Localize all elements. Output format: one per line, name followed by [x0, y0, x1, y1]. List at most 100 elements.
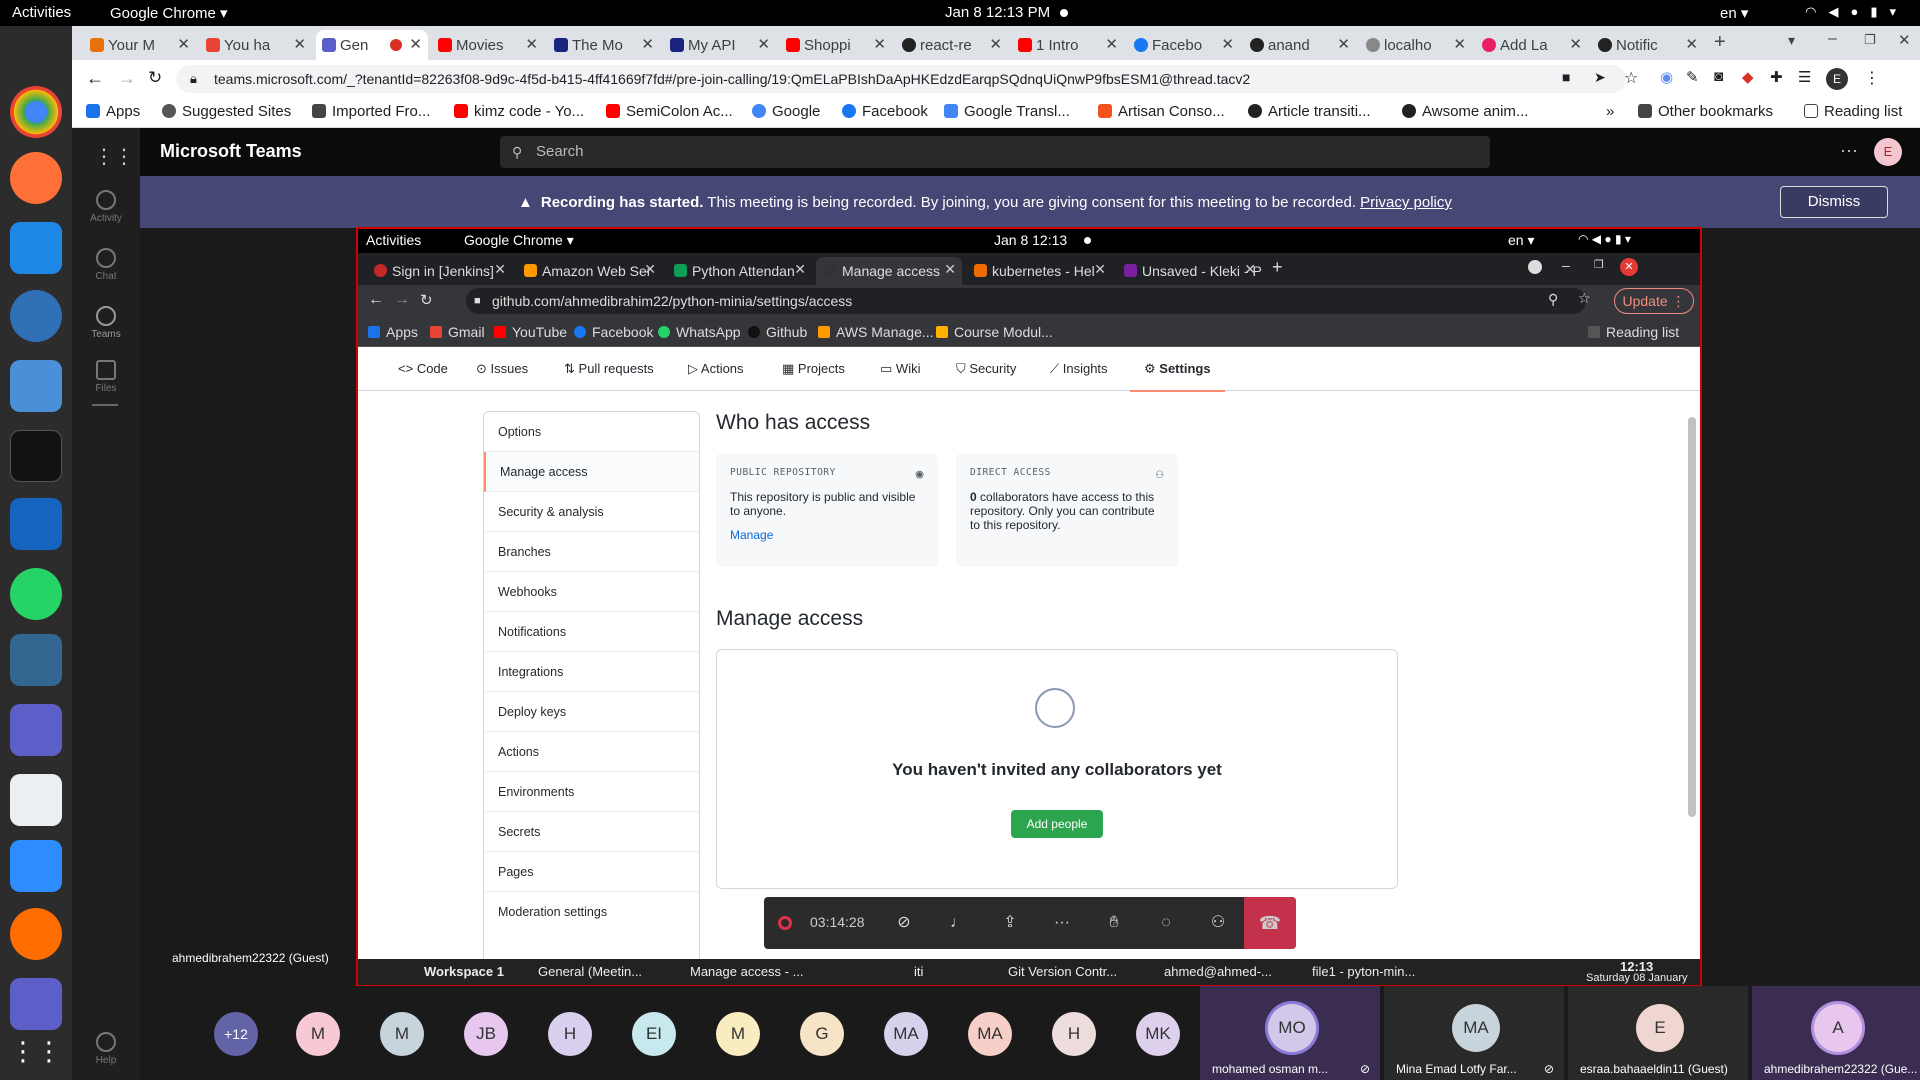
camera-icon[interactable]: ■ [1562, 69, 1570, 85]
star-icon[interactable]: ☆ [1624, 68, 1638, 88]
new-tab-button[interactable]: + [1714, 31, 1726, 54]
show-apps-icon[interactable]: ⋮⋮⋮ [10, 1036, 88, 1066]
raise-hand-button[interactable]: ✋︎ [1100, 909, 1128, 937]
bookmark-item[interactable]: Artisan Conso... [1098, 103, 1225, 120]
address-bar[interactable]: 🔒︎ teams.microsoft.com/_?tenantId=82263f0… [176, 65, 1626, 93]
browser-tab[interactable]: The Mo ✕ [548, 30, 660, 60]
bookmark-item[interactable]: Imported Fro... [312, 103, 430, 120]
participant-avatar[interactable]: G [800, 1012, 844, 1056]
privacy-policy-link[interactable]: Privacy policy [1360, 194, 1452, 211]
bookmark-apps[interactable]: Apps [86, 103, 140, 120]
close-icon[interactable]: ✕ [1105, 35, 1118, 53]
share-screen-button[interactable]: ⇪ [996, 909, 1024, 937]
participant-avatar[interactable]: EI [632, 1012, 676, 1056]
teams-icon[interactable] [10, 704, 62, 756]
other-bookmarks[interactable]: Other bookmarks [1638, 103, 1773, 120]
browser-tab[interactable]: localho ✕ [1360, 30, 1472, 60]
participant-tile[interactable]: MA Mina Emad Lotfy Far... ⊘ [1384, 986, 1564, 1080]
vscode-icon[interactable] [10, 222, 62, 274]
close-icon[interactable]: ✕ [409, 35, 422, 53]
rail-help[interactable]: Help [72, 1032, 140, 1066]
browser-tab[interactable]: react-re ✕ [896, 30, 1008, 60]
mute-button[interactable]: ♩ [944, 909, 972, 937]
participant-tile[interactable]: E esraa.bahaaeldin11 (Guest) [1568, 986, 1748, 1080]
text-editor-icon[interactable] [10, 774, 62, 826]
chat-button[interactable]: ◌ [1152, 909, 1180, 937]
bookmark-item[interactable]: Google [752, 103, 820, 120]
bookmark-item[interactable]: kimz code - Yo... [454, 103, 584, 120]
browser-tab[interactable]: Shoppi ✕ [780, 30, 892, 60]
postgres-icon[interactable] [10, 634, 62, 686]
browser-tab[interactable]: 1 Intro ✕ [1012, 30, 1124, 60]
firefox-icon[interactable] [10, 152, 62, 204]
back-icon[interactable]: ← [86, 68, 104, 89]
reading-list[interactable]: Reading list [1804, 103, 1902, 120]
overflow-participants-button[interactable]: +12 [214, 1012, 258, 1056]
browser-tab[interactable]: You ha ✕ [200, 30, 312, 60]
browser-tab[interactable]: Facebo ✕ [1128, 30, 1240, 60]
extension-icon[interactable]: ◉ [1660, 68, 1673, 86]
participant-tile[interactable]: A ahmedibrahem22322 (Gue... [1752, 986, 1920, 1080]
close-icon[interactable]: ✕ [1337, 35, 1350, 53]
close-icon[interactable]: ✕ [989, 35, 1002, 53]
bookmark-item[interactable]: Suggested Sites [162, 103, 291, 120]
forward-icon[interactable]: → [118, 68, 136, 89]
browser-tab[interactable]: anand ✕ [1244, 30, 1356, 60]
bookmark-item[interactable]: SemiColon Ac... [606, 103, 733, 120]
bookmark-item[interactable]: Article transiti... [1248, 103, 1371, 120]
bookmark-item[interactable]: Google Transl... [944, 103, 1070, 120]
close-icon[interactable]: ✕ [757, 35, 770, 53]
more-actions-button[interactable]: ··· [1048, 909, 1076, 937]
teams-icon[interactable] [10, 978, 62, 1030]
close-icon[interactable]: ✕ [177, 35, 190, 53]
participant-avatar[interactable]: M [716, 1012, 760, 1056]
clock[interactable]: Jan 8 12:13 PM [945, 4, 1050, 21]
close-window-button[interactable]: ✕ [1898, 31, 1911, 49]
participant-avatar[interactable]: MK [1136, 1012, 1180, 1056]
close-icon[interactable]: ✕ [873, 35, 886, 53]
browser-tab[interactable]: Movies ✕ [432, 30, 544, 60]
bookmark-item[interactable]: Awsome anim... [1402, 103, 1528, 120]
document-viewer-icon[interactable] [10, 498, 62, 550]
tab-search-icon[interactable]: ▾ [1788, 32, 1795, 49]
reading-list-icon[interactable]: ☰ [1798, 68, 1811, 86]
browser-tab-active[interactable]: Gen ✕ [316, 30, 428, 60]
close-icon[interactable]: ✕ [1221, 35, 1234, 53]
eyedropper-icon[interactable]: ✎ [1686, 68, 1699, 86]
participants-button[interactable]: ⚇ [1204, 909, 1232, 937]
dismiss-button[interactable]: Dismiss [1780, 186, 1888, 218]
more-bookmarks-icon[interactable]: » [1606, 103, 1614, 120]
restore-button[interactable]: ❐ [1864, 32, 1876, 48]
participant-avatar[interactable]: MA [884, 1012, 928, 1056]
close-icon[interactable]: ✕ [293, 35, 306, 53]
menu-icon[interactable]: ⋮ [1864, 68, 1880, 88]
extension-icon[interactable]: ◆ [1742, 68, 1754, 86]
rail-activity[interactable]: Activity [72, 190, 140, 224]
drawing-app-icon[interactable] [10, 908, 62, 960]
participant-avatar[interactable]: JB [464, 1012, 508, 1056]
participant-avatar[interactable]: M [380, 1012, 424, 1056]
rail-chat[interactable]: Chat [72, 248, 140, 282]
zoom-icon[interactable] [10, 840, 62, 892]
profile-avatar[interactable]: E [1826, 68, 1848, 90]
software-center-icon[interactable] [10, 360, 62, 412]
rail-teams[interactable]: Teams [72, 306, 140, 340]
close-icon[interactable]: ✕ [525, 35, 538, 53]
bookmark-item[interactable]: Facebook [842, 103, 928, 120]
browser-tab[interactable]: My API ✕ [664, 30, 776, 60]
activities-button[interactable]: Activities [12, 4, 71, 21]
participant-avatar[interactable]: H [1052, 1012, 1096, 1056]
minimize-button[interactable]: – [1828, 30, 1837, 48]
participant-avatar[interactable]: MA [968, 1012, 1012, 1056]
terminal-icon[interactable] [10, 430, 62, 482]
search-input[interactable]: ⚲ Search [500, 136, 1490, 168]
language-indicator[interactable]: en ▾ [1720, 4, 1748, 22]
chrome-icon[interactable] [10, 86, 62, 138]
system-tray[interactable]: ◠ ◀ ● ▮ ▾ [1805, 4, 1896, 20]
share-icon[interactable]: ➤ [1594, 69, 1606, 86]
browser-tab[interactable]: Notific ✕ [1592, 30, 1704, 60]
more-options-icon[interactable]: ··· [1840, 140, 1858, 161]
rail-files[interactable]: Files [72, 360, 140, 394]
screenshot-icon[interactable]: ◙ [1714, 68, 1723, 85]
close-icon[interactable]: ✕ [641, 35, 654, 53]
